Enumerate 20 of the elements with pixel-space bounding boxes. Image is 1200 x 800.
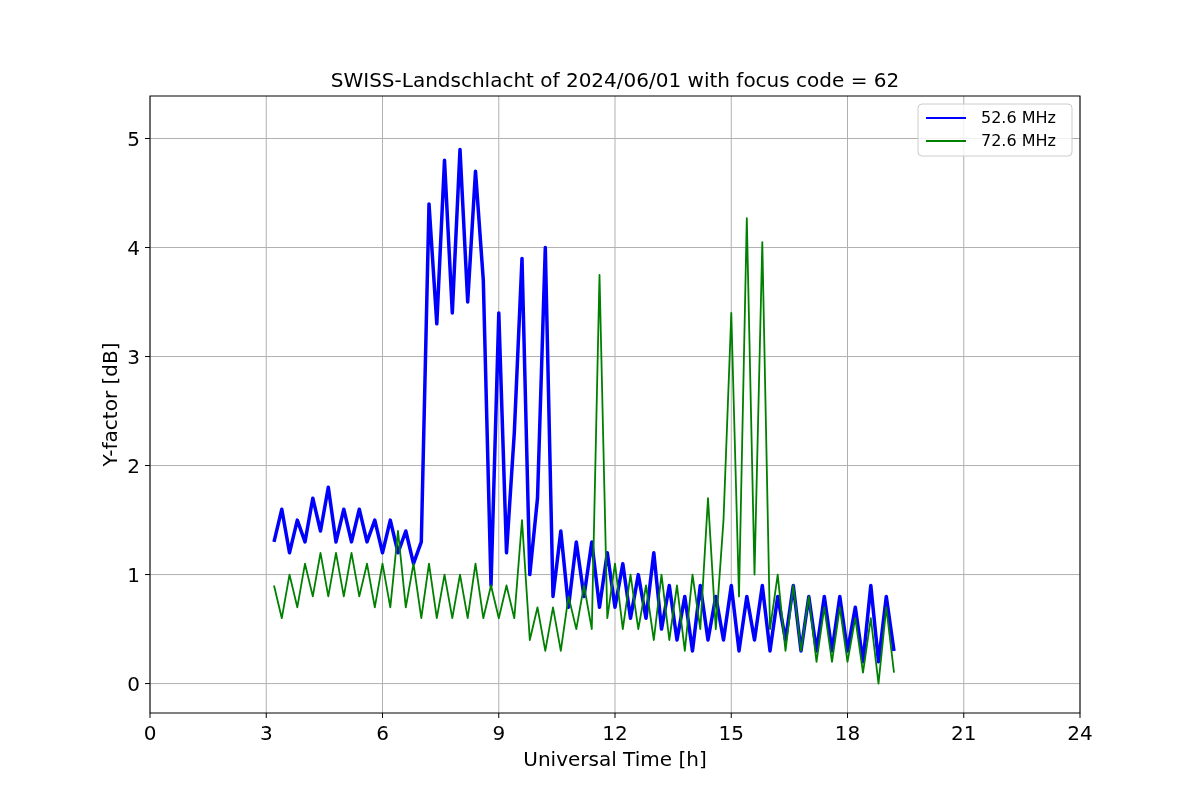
- x-tick-label: 3: [259, 721, 273, 745]
- x-tick-label: 6: [376, 721, 389, 745]
- y-tick-label: 4: [127, 235, 140, 260]
- x-tick-label: 24: [1067, 721, 1093, 745]
- chart-title: SWISS-Landschlacht of 2024/06/01 with focus code = 62: [330, 68, 900, 92]
- x-tick-label: 0: [143, 721, 157, 745]
- x-tick-label: 18: [834, 721, 861, 745]
- y-tick-label: 1: [127, 562, 140, 587]
- x-tick-label: 12: [602, 721, 628, 745]
- legend-label: 52.6 MHz: [981, 108, 1056, 127]
- y-tick-label: 2: [127, 453, 140, 478]
- legend-label: 72.6 MHz: [981, 131, 1056, 150]
- y-tick-label: 5: [127, 126, 140, 151]
- x-tick-label: 9: [492, 721, 506, 745]
- x-axis-label: Universal Time [h]: [523, 747, 707, 771]
- y-tick-label: 0: [127, 671, 140, 696]
- x-tick-label: 15: [718, 721, 744, 745]
- x-tick-label: 21: [951, 721, 977, 745]
- y-tick-label: 3: [127, 344, 140, 369]
- y-axis-label: Y-factor [dB]: [98, 342, 122, 467]
